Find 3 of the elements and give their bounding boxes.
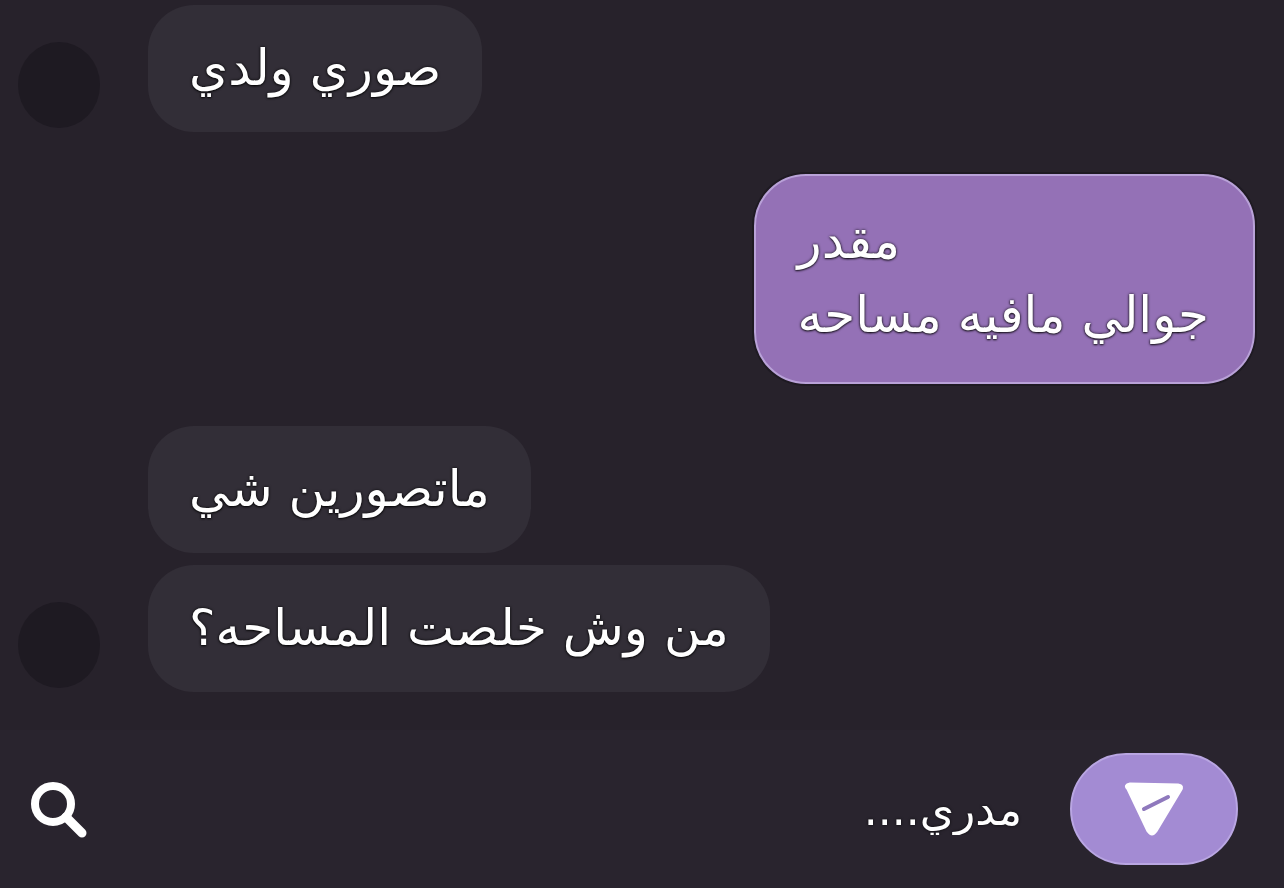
send-icon: [1122, 781, 1186, 837]
message-text: مقدر: [797, 211, 900, 272]
message-text: جوالي مافيه مساحه: [797, 285, 1209, 346]
